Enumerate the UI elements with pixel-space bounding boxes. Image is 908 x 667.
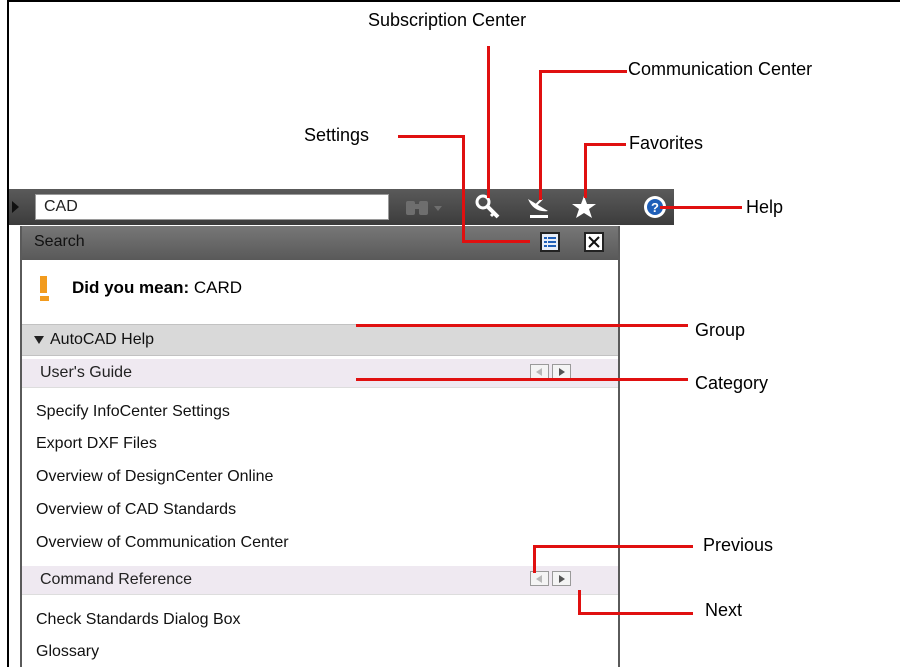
frame-top-border [7,0,900,2]
next-button[interactable] [552,364,571,379]
callout-previous: Previous [703,535,774,555]
settings-list-button[interactable] [540,232,560,252]
previous-button[interactable] [530,571,549,586]
callout-line-help [660,206,742,209]
svg-text:?: ? [651,200,659,215]
list-settings-icon [544,237,556,247]
warning-icon [40,276,47,293]
group-label: AutoCAD Help [50,331,155,348]
callout-help: Help [746,197,784,217]
result-link[interactable]: Overview of CAD Standards [36,501,236,519]
callout-line-communication [539,70,542,200]
group-row-autocad-help[interactable]: AutoCAD Help [22,324,618,356]
collapse-triangle-icon [34,336,44,344]
did-you-mean-prefix: Did you mean: [72,278,190,297]
callout-line-favorites-v [584,143,587,198]
warning-icon-dot [40,296,49,301]
callout-category: Category [695,373,769,393]
next-button[interactable] [552,571,571,586]
callout-line-subscription [487,46,490,198]
toolbar-expand-icon[interactable] [12,201,19,213]
callout-line-communication-h [539,70,627,73]
search-panel-title: Search [34,233,85,250]
callout-line-previous-v [533,545,536,573]
callout-line-settings-v [462,135,465,242]
category-row-users-guide: User's Guide [22,359,618,388]
previous-arrow-icon [536,368,542,376]
result-link[interactable]: Specify InfoCenter Settings [36,403,230,421]
result-link[interactable]: Export DXF Files [36,435,157,453]
callout-communication-center: Communication Center [628,59,813,79]
callout-line-settings-h2 [462,240,530,243]
callout-line-category [356,378,688,381]
category-row-command-reference: Command Reference [22,566,618,595]
callout-subscription-center: Subscription Center [368,10,527,30]
category-label: User's Guide [40,364,132,381]
result-link[interactable]: Glossary [36,643,99,661]
frame-left-border [7,0,9,667]
close-panel-button[interactable] [584,232,604,252]
previous-button[interactable] [530,364,549,379]
callout-line-next-h [578,612,693,615]
next-arrow-icon [559,368,565,376]
result-link[interactable]: Overview of DesignCenter Online [36,468,273,486]
callout-line-favorites-h [584,143,626,146]
callout-line-previous-h [533,545,693,548]
callout-line-settings-h [398,135,464,138]
satellite-dish-icon[interactable] [524,193,552,221]
close-icon [588,236,600,248]
callout-group: Group [695,320,746,340]
did-you-mean[interactable]: Did you mean: CARD [72,278,242,298]
callout-line-next-v [578,590,581,614]
binoculars-icon[interactable] [404,195,444,219]
callout-favorites: Favorites [629,133,704,153]
next-arrow-icon [559,575,565,583]
callout-next: Next [705,600,743,620]
did-you-mean-term: CARD [193,278,243,297]
result-link[interactable]: Check Standards Dialog Box [36,611,241,629]
search-panel-header: Search [22,226,618,260]
previous-arrow-icon [536,575,542,583]
result-link[interactable]: Overview of Communication Center [36,534,289,552]
search-results-panel: Search Did you mean: CARD AutoCAD Help U… [20,226,620,667]
search-input[interactable] [35,194,389,220]
callout-settings: Settings [304,125,370,145]
callout-line-group [356,324,688,327]
category-label: Command Reference [40,571,193,588]
